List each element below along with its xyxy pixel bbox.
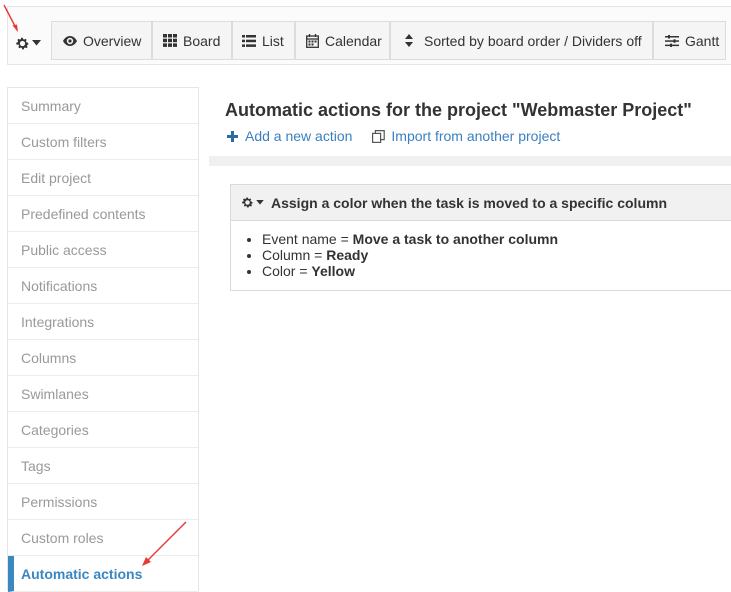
action-card: Assign a color when the task is moved to… (230, 184, 731, 291)
sidebar-item-integrations[interactable]: Integrations (8, 304, 198, 340)
calendar-label: Calendar (325, 32, 382, 49)
sidebar-item-label: Automatic actions (21, 565, 143, 582)
sidebar-item-permissions[interactable]: Permissions (8, 484, 198, 520)
sidebar-item-summary[interactable]: Summary (8, 88, 198, 124)
param-value: Yellow (311, 263, 355, 279)
sidebar-item-label: Integrations (21, 313, 95, 330)
eye-icon (63, 35, 77, 46)
action-params: Event name = Move a task to another colu… (231, 231, 731, 279)
param-value: Ready (326, 247, 369, 263)
calendar-icon (306, 33, 319, 48)
sidebar-item-label: Predefined contents (21, 205, 146, 222)
sidebar-item-label: Edit project (21, 169, 92, 186)
sidebar-item-label: Categories (21, 421, 89, 438)
grid-icon (163, 34, 177, 47)
list-icon (242, 34, 256, 47)
sidebar-item-label: Columns (21, 349, 77, 366)
sidebar-item-edit-project[interactable]: Edit project (8, 160, 198, 196)
sort-dropdown-button[interactable]: Sorted by board order / Dividers off (390, 21, 653, 60)
param-key: Event name = (262, 231, 353, 247)
sidebar-item-label: Permissions (21, 493, 98, 510)
gear-icon (16, 37, 29, 49)
gantt-label: Gantt (685, 32, 720, 49)
page-actions: Add a new action Import from another pro… (227, 128, 560, 144)
plus-icon (227, 130, 238, 142)
import-action-link[interactable]: Import from another project (372, 128, 560, 144)
param-value: Move a task to another column (352, 231, 559, 247)
caret-down-icon (256, 200, 264, 205)
sidebar-item-tags[interactable]: Tags (8, 448, 198, 484)
list-button[interactable]: List (232, 21, 295, 60)
copy-icon (372, 129, 386, 143)
add-action-link[interactable]: Add a new action (227, 128, 352, 144)
page-title: Automatic actions for the project "Webma… (225, 100, 692, 120)
sidebar-item-label: Public access (21, 241, 107, 258)
board-button[interactable]: Board (152, 21, 232, 60)
actions-panel: Assign a color when the task is moved to… (209, 166, 731, 312)
action-menu-dropdown[interactable] (241, 196, 264, 209)
sidebar-item-notifications[interactable]: Notifications (8, 268, 198, 304)
sidebar-item-label: Notifications (21, 277, 98, 294)
settings-sidebar: Summary Custom filters Edit project Pred… (7, 87, 199, 592)
overview-label: Overview (83, 32, 142, 49)
list-item: Column = Ready (262, 247, 731, 263)
sliders-icon (665, 34, 679, 47)
action-card-header: Assign a color when the task is moved to… (231, 185, 731, 221)
sidebar-item-label: Custom filters (21, 133, 107, 150)
sidebar-item-custom-filters[interactable]: Custom filters (8, 124, 198, 160)
calendar-button[interactable]: Calendar (295, 21, 390, 60)
sidebar-item-public-access[interactable]: Public access (8, 232, 198, 268)
list-item: Event name = Move a task to another colu… (262, 231, 731, 247)
sidebar-item-swimlanes[interactable]: Swimlanes (8, 376, 198, 412)
overview-button[interactable]: Overview (51, 21, 152, 60)
sidebar-item-label: Tags (21, 457, 51, 474)
list-label: List (262, 32, 284, 49)
sidebar-item-label: Summary (21, 97, 81, 114)
sidebar-item-predefined-contents[interactable]: Predefined contents (8, 196, 198, 232)
page-header: Automatic actions for the project "Webma… (209, 88, 731, 156)
param-key: Color = (262, 263, 312, 279)
annotation-arrow-top (3, 4, 18, 32)
gantt-button[interactable]: Gantt (653, 21, 726, 60)
board-label: Board (183, 32, 221, 49)
caret-down-icon (32, 40, 41, 46)
sidebar-item-categories[interactable]: Categories (8, 412, 198, 448)
sort-label: Sorted by board order / Dividers off (424, 32, 642, 49)
param-key: Column = (262, 247, 327, 263)
sidebar-item-columns[interactable]: Columns (8, 340, 198, 376)
settings-dropdown[interactable] (15, 33, 45, 53)
annotation-arrow-sidebar (142, 521, 187, 566)
sidebar-item-label: Swimlanes (21, 385, 89, 402)
action-title: Assign a color when the task is moved to… (271, 194, 667, 211)
add-action-label: Add a new action (245, 128, 353, 144)
sort-icon (405, 34, 413, 47)
sidebar-item-label: Custom roles (21, 529, 104, 546)
import-action-label: Import from another project (391, 128, 561, 144)
gear-icon (242, 197, 253, 208)
list-item: Color = Yellow (262, 263, 731, 279)
